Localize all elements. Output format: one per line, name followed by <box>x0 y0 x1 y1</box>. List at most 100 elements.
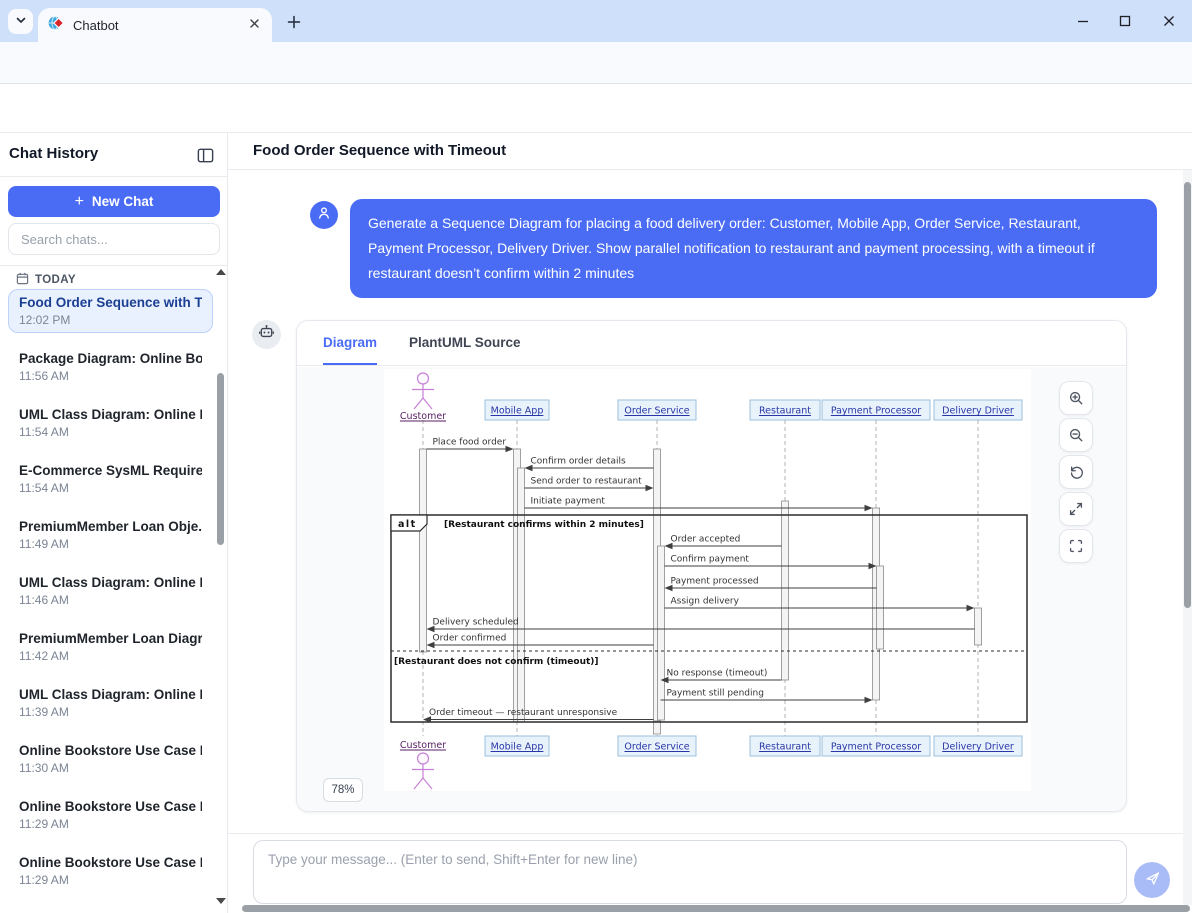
new-chat-label: New Chat <box>92 194 154 209</box>
participant-label: Order Service <box>624 406 689 417</box>
sequence-diagram-canvas: alt[Restaurant confirms within 2 minutes… <box>384 369 1031 791</box>
chat-item-title: UML Class Diagram: Online L... <box>19 407 202 422</box>
window-maximize-button[interactable] <box>1112 8 1138 34</box>
sequence-diagram: alt[Restaurant confirms within 2 minutes… <box>384 369 1031 791</box>
chat-history-item[interactable]: PremiumMember Loan Diagr...11:42 AM <box>8 625 213 669</box>
message-label: Order accepted <box>671 535 741 545</box>
chat-history-item[interactable]: Package Diagram: Online Bo...11:56 AM <box>8 345 213 389</box>
user-message-bubble: Generate a Sequence Diagram for placing … <box>350 199 1157 298</box>
diagram-viewport[interactable]: alt[Restaurant confirms within 2 minutes… <box>297 367 1126 811</box>
chat-item-title: UML Class Diagram: Online L... <box>19 575 202 590</box>
new-chat-button[interactable]: + New Chat <box>8 186 220 217</box>
message-label: Payment still pending <box>667 689 764 699</box>
actor-figure <box>418 373 429 384</box>
browser-toolbar: ai-toolbox.visual-paradigm.com/app/chatb… <box>0 42 1192 84</box>
main-scrollbar-thumb[interactable] <box>1184 182 1191 608</box>
chat-item-time: 11:29 AM <box>19 873 202 887</box>
message-label: Send order to restaurant <box>531 477 643 487</box>
chat-item-time: 11:46 AM <box>19 593 202 607</box>
section-label: TODAY <box>35 274 76 286</box>
send-button[interactable] <box>1134 862 1170 898</box>
new-tab-button[interactable] <box>282 10 306 34</box>
actor-figure <box>418 753 429 764</box>
participant-label: Payment Processor <box>831 406 921 417</box>
message-label: Order timeout — restaurant unresponsive <box>429 708 618 718</box>
divider <box>0 176 227 177</box>
sidebar-scroll-up-icon[interactable] <box>216 269 226 275</box>
chat-item-title: UML Class Diagram: Online L... <box>19 687 202 702</box>
browser-window: Chatbot a <box>0 0 1192 913</box>
chat-section-header: TODAY <box>16 272 76 288</box>
tab-plantuml-source[interactable]: PlantUML Source <box>409 321 521 365</box>
message-label: Assign delivery <box>671 597 740 607</box>
chat-item-title: E-Commerce SysML Require... <box>19 463 202 478</box>
message-input[interactable] <box>253 840 1127 904</box>
message-label: Confirm order details <box>531 457 626 467</box>
chat-item-time: 11:30 AM <box>19 761 202 775</box>
actor-figure <box>414 398 423 409</box>
chat-item-time: 11:49 AM <box>19 537 202 551</box>
chat-item-title: Food Order Sequence with Ti... <box>19 295 202 310</box>
tab-close-icon[interactable] <box>247 16 262 34</box>
actor-figure <box>423 398 432 409</box>
actor-label: Customer <box>400 740 446 751</box>
reset-view-icon[interactable] <box>1059 455 1093 489</box>
participant-label: Mobile App <box>491 406 544 417</box>
chat-history-item[interactable]: PremiumMember Loan Obje... 11:49 AM <box>8 513 213 557</box>
chat-item-title: PremiumMember Loan Diagr... <box>19 631 202 646</box>
message-arrowhead <box>865 697 873 703</box>
chat-item-time: 11:39 AM <box>19 705 202 719</box>
participant-label: Delivery Driver <box>942 742 1014 753</box>
chat-history-item[interactable]: UML Class Diagram: Online L...11:54 AM <box>8 401 213 445</box>
actor-figure <box>423 778 432 789</box>
robot-icon <box>258 324 275 346</box>
sidebar-scroll-down-icon[interactable] <box>216 898 226 904</box>
collapse-sidebar-icon[interactable] <box>196 146 215 168</box>
tab-title: Chatbot <box>73 18 247 33</box>
message-arrowhead <box>865 505 873 511</box>
window-minimize-button[interactable] <box>1070 8 1096 34</box>
chat-history-item[interactable]: E-Commerce SysML Require...11:54 AM <box>8 457 213 501</box>
sidebar-scrollbar-thumb[interactable] <box>217 373 224 545</box>
chat-item-title: Online Bookstore Use Case D... <box>19 855 202 870</box>
activation-bar <box>420 449 427 652</box>
chat-item-time: 11:29 AM <box>19 817 202 831</box>
message-label: Confirm payment <box>671 555 750 565</box>
chat-item-title: PremiumMember Loan Obje... <box>19 519 202 534</box>
chat-history-item[interactable]: UML Class Diagram: Online L... 11:39 AM <box>8 681 213 725</box>
activation-bar <box>658 546 665 720</box>
sidebar: Chat History + New Chat TODAY Food Order… <box>0 133 228 913</box>
horizontal-scrollbar-thumb[interactable] <box>242 905 1190 912</box>
chat-history-item[interactable]: Online Bookstore Use Case D... 11:29 AM <box>8 793 213 837</box>
chat-item-title: Online Bookstore Use Case D... <box>19 799 202 814</box>
tab-diagram[interactable]: Diagram <box>323 321 377 365</box>
chat-history-item[interactable]: Food Order Sequence with Ti... 12:02 PM <box>8 289 213 333</box>
composer <box>228 833 1192 913</box>
message-label: Order confirmed <box>433 634 507 644</box>
chat-history-item[interactable]: Online Bookstore Use Case D... 11:30 AM <box>8 737 213 781</box>
paper-plane-icon <box>1144 870 1161 890</box>
message-label: Payment processed <box>671 577 759 587</box>
chat-item-time: 12:02 PM <box>19 313 202 327</box>
browser-tab[interactable]: Chatbot <box>38 8 272 42</box>
activation-bar <box>975 608 982 645</box>
user-message-avatar <box>310 201 338 229</box>
fullscreen-icon[interactable] <box>1059 529 1093 563</box>
tab-search-button[interactable] <box>8 9 33 34</box>
message-arrowhead <box>506 446 514 452</box>
guard-label: [Restaurant confirms within 2 minutes] <box>444 520 644 530</box>
bot-avatar <box>252 320 281 349</box>
message-label: Delivery scheduled <box>433 618 519 628</box>
zoom-in-icon[interactable] <box>1059 381 1093 415</box>
chat-item-title: Online Bookstore Use Case D... <box>19 743 202 758</box>
search-input[interactable] <box>8 223 220 255</box>
app-header: Chatbot Powered by Visual Paradigm More … <box>0 84 1192 133</box>
chat-history-item[interactable]: Online Bookstore Use Case D... 11:29 AM <box>8 849 213 893</box>
zoom-out-icon[interactable] <box>1059 418 1093 452</box>
diagram-card: Diagram PlantUML Source alt[Restaurant c… <box>296 320 1127 812</box>
chevron-down-icon <box>14 13 28 30</box>
fit-to-screen-icon[interactable] <box>1059 492 1093 526</box>
participant-label: Mobile App <box>491 742 544 753</box>
chat-history-item[interactable]: UML Class Diagram: Online L... 11:46 AM <box>8 569 213 613</box>
window-close-button[interactable] <box>1156 8 1182 34</box>
